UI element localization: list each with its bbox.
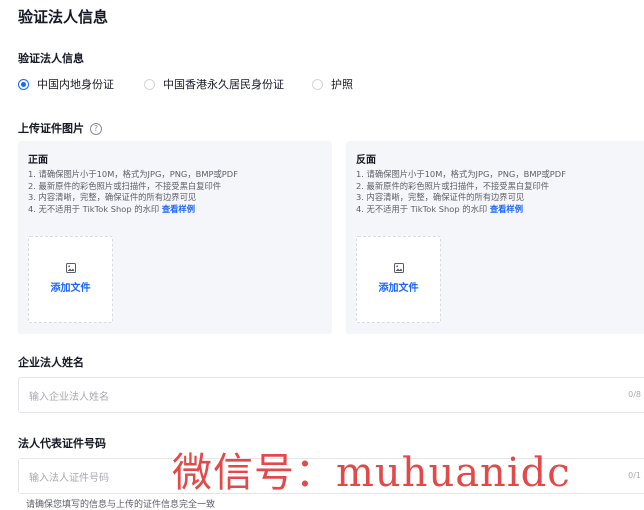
radio-unchecked-icon[interactable] xyxy=(312,78,323,90)
id-field-hint: 请确保您填写的信息与上传的证件信息完全一致 xyxy=(26,500,216,510)
rule-item: 3. 内容清晰，完整，确保证件的所有边界可见 xyxy=(356,192,525,202)
char-counter: 0/8 xyxy=(628,390,641,399)
panel-title-front: 正面 xyxy=(28,155,48,166)
rule-item: 1. 请确保图片小于10M，格式为JPG，PNG，BMP或PDF xyxy=(356,169,566,179)
legal-rep-id-label: 法人代表证件号码 xyxy=(18,437,106,450)
upload-section-label: 上传证件图片? xyxy=(18,120,102,136)
radio-label: 护照 xyxy=(331,78,353,91)
view-sample-link[interactable]: 查看样例 xyxy=(162,204,195,214)
char-counter: 0/1 xyxy=(628,471,641,480)
radio-label: 中国内地身份证 xyxy=(37,78,114,91)
rule-item: 4. 无不适用于 TikTok Shop 的水印 查看样例 xyxy=(28,203,196,214)
page-title: 验证法人信息 xyxy=(18,8,109,26)
identity-section-label: 验证法人信息 xyxy=(18,52,84,65)
radio-passport[interactable]: 护照 xyxy=(312,76,353,92)
watermark-text: 微信号：muhuanidc xyxy=(172,450,571,496)
question-circle-icon[interactable]: ? xyxy=(90,123,102,135)
radio-mainland-id[interactable]: 中国内地身份证 xyxy=(18,76,114,92)
add-file-button-front[interactable]: 添加文件 xyxy=(28,236,113,323)
upload-rules-list: 1. 请确保图片小于10M，格式为JPG，PNG，BMP或PDF 2. 最新原件… xyxy=(356,169,566,215)
add-file-label: 添加文件 xyxy=(378,283,419,294)
id-type-radio-group: 中国内地身份证 中国香港永久居民身份证 护照 xyxy=(18,76,381,92)
rule-item: 3. 内容清晰，完整，确保证件的所有边界可见 xyxy=(28,192,197,202)
radio-checked-icon[interactable] xyxy=(18,78,29,90)
legal-rep-name-label: 企业法人姓名 xyxy=(18,356,84,369)
add-file-button-back[interactable]: 添加文件 xyxy=(356,236,441,323)
legal-rep-name-input[interactable]: 输入企业法人姓名 0/8 xyxy=(18,377,644,413)
upload-rules-list: 1. 请确保图片小于10M，格式为JPG，PNG，BMP或PDF 2. 最新原件… xyxy=(28,169,238,215)
upload-panel-back: 反面 1. 请确保图片小于10M，格式为JPG，PNG，BMP或PDF 2. 最… xyxy=(346,141,644,334)
image-icon xyxy=(65,263,76,273)
input-placeholder: 输入法人证件号码 xyxy=(29,472,109,484)
view-sample-link[interactable]: 查看样例 xyxy=(490,204,523,214)
input-placeholder: 输入企业法人姓名 xyxy=(29,391,109,403)
rule-item: 2. 最新原件的彩色照片或扫描件，不接受黑白复印件 xyxy=(28,180,222,191)
add-file-label: 添加文件 xyxy=(50,283,91,294)
rule-item: 4. 无不适用于 TikTok Shop 的水印 查看样例 xyxy=(356,203,524,214)
radio-hk-id[interactable]: 中国香港永久居民身份证 xyxy=(144,76,284,92)
upload-panel-front: 正面 1. 请确保图片小于10M，格式为JPG，PNG，BMP或PDF 2. 最… xyxy=(18,141,332,334)
radio-unchecked-icon[interactable] xyxy=(144,78,155,90)
panel-title-back: 反面 xyxy=(356,155,376,166)
radio-label: 中国香港永久居民身份证 xyxy=(163,78,284,91)
rule-item: 1. 请确保图片小于10M，格式为JPG，PNG，BMP或PDF xyxy=(28,169,238,179)
image-icon xyxy=(393,263,404,273)
rule-item: 2. 最新原件的彩色照片或扫描件，不接受黑白复印件 xyxy=(356,180,550,191)
